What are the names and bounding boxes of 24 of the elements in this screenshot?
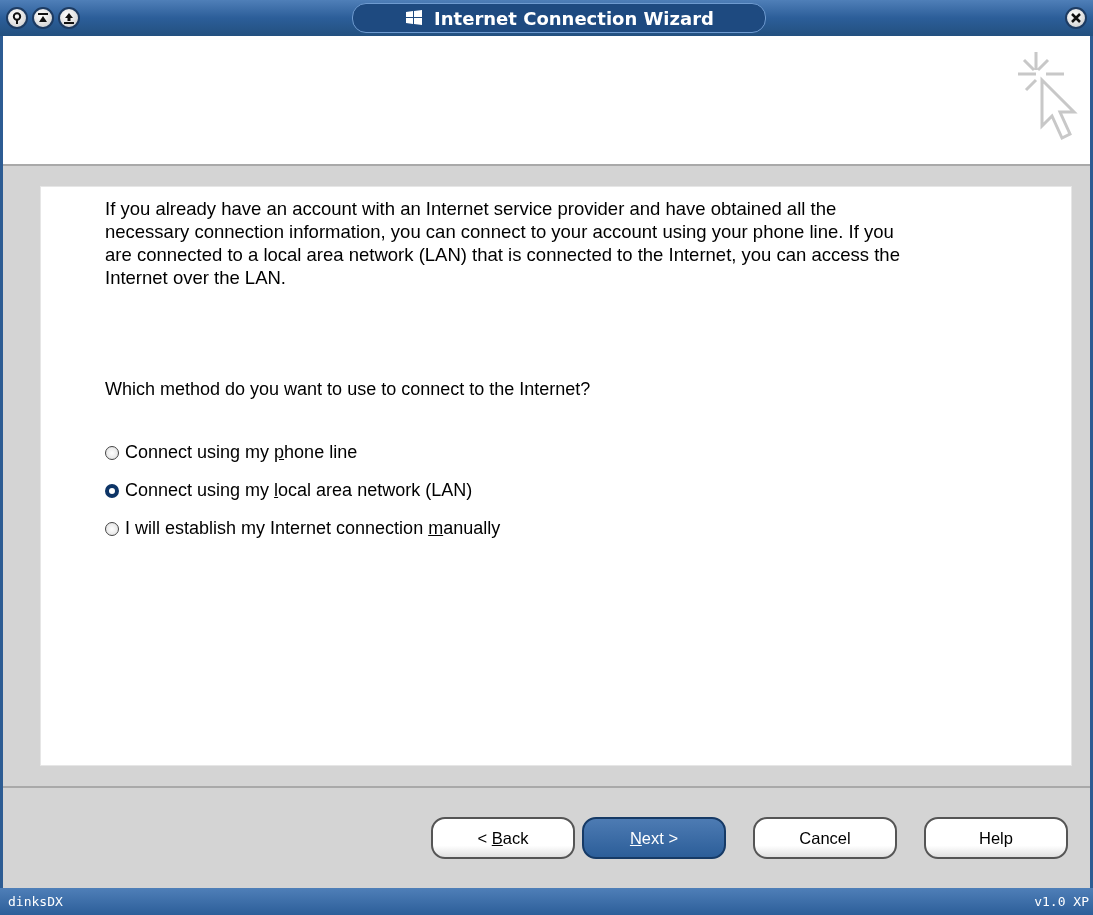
wizard-button[interactable]: Next > xyxy=(582,817,726,859)
window-title: Internet Connection Wizard xyxy=(434,7,714,29)
radio-button[interactable] xyxy=(105,445,119,460)
wizard-button[interactable]: < Back xyxy=(431,817,575,859)
windows-logo-icon xyxy=(404,9,425,27)
radio-button[interactable] xyxy=(105,521,119,536)
minimize-button[interactable] xyxy=(32,7,54,29)
option-label[interactable]: Connect using my phone line xyxy=(125,442,358,463)
wizard-button[interactable]: Help xyxy=(924,817,1068,859)
close-icon xyxy=(1071,13,1081,23)
radio-button[interactable] xyxy=(105,483,119,498)
question-text: Which method do you want to use to connect to the Internet? xyxy=(105,379,592,400)
option-label[interactable]: I will establish my Internet connection manually xyxy=(125,518,501,539)
eject-icon xyxy=(37,12,49,24)
status-left-text: dinksDX xyxy=(8,894,63,909)
pin-icon xyxy=(11,12,23,24)
wizard-button[interactable]: Cancel xyxy=(753,817,897,859)
pin-button[interactable] xyxy=(6,7,28,29)
upload-icon xyxy=(63,12,75,24)
upload-button[interactable] xyxy=(58,7,80,29)
close-button[interactable] xyxy=(1065,7,1087,29)
option-label[interactable]: Connect using my local area network (LAN) xyxy=(125,480,473,501)
version-text: v1.0 XP xyxy=(1034,894,1089,909)
intro-paragraph: If you already have an account with an Internet service provider and have obtained all the necessary connection information, you can connect to your account using your phone line. If you are connected to a local area network (LAN) that is connected to the Internet, you can access the Internet over the LAN. xyxy=(105,197,901,289)
